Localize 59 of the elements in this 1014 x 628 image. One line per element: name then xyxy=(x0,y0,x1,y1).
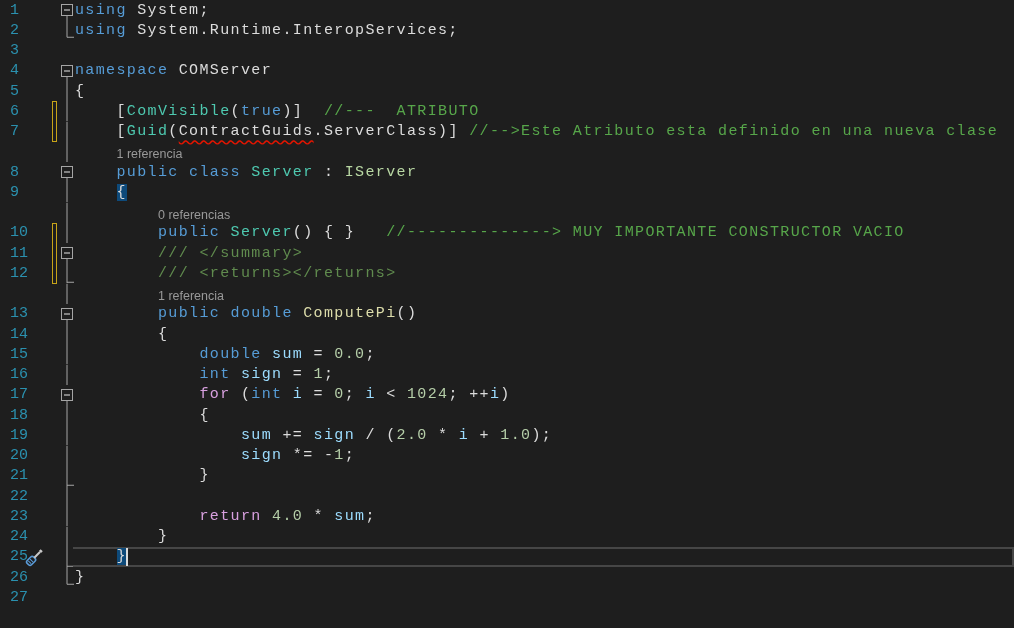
line-number: 22 xyxy=(10,488,28,504)
code-line: [ComVisible(true)] //--- ATRIBUTO xyxy=(115,103,480,119)
line-number: 24 xyxy=(10,529,28,545)
line-number: 17 xyxy=(10,387,28,403)
line-number: 19 xyxy=(10,427,28,443)
collapse-icon[interactable] xyxy=(61,4,74,21)
line-number: 4 xyxy=(10,63,19,79)
line-number: 3 xyxy=(10,43,19,59)
code-line: /// </summary> xyxy=(156,245,304,261)
code-line: public class Server : IServer xyxy=(115,164,418,180)
line-number: 14 xyxy=(10,326,28,342)
line-number: 10 xyxy=(10,225,28,241)
code-line: { xyxy=(75,83,86,99)
code-line: namespace COMServer xyxy=(75,63,273,79)
code-line: for (int i = 0; i < 1024; ++i) xyxy=(198,387,511,403)
code-line: } xyxy=(75,569,86,585)
code-line: return 4.0 * sum; xyxy=(198,508,376,524)
line-number: 8 xyxy=(10,164,19,180)
line-number: 11 xyxy=(10,245,28,261)
code-line: } xyxy=(156,529,169,545)
line-number: 18 xyxy=(10,407,28,423)
line-number: 20 xyxy=(10,448,28,464)
line-number: 7 xyxy=(10,124,19,140)
code-line: [Guid(ContractGuids.ServerClass)] //-->Este Atributo esta definido en una nueva clase xyxy=(115,124,999,140)
line-number: 13 xyxy=(10,306,28,322)
code-line: public double ComputePi() xyxy=(156,306,418,322)
collapse-icon[interactable] xyxy=(61,307,74,324)
code-lens[interactable]: 1 referencia xyxy=(116,147,183,161)
code-line: { xyxy=(156,326,169,342)
collapse-icon[interactable] xyxy=(61,64,74,81)
line-number: 23 xyxy=(10,508,28,524)
code-lens[interactable]: 0 referencias xyxy=(157,207,231,222)
line-number: 6 xyxy=(10,103,19,119)
line-number: 25 xyxy=(10,549,28,565)
text-cursor xyxy=(125,547,128,566)
line-number: 27 xyxy=(10,589,28,605)
collapse-icon[interactable] xyxy=(61,247,74,264)
line-number: 2 xyxy=(10,22,19,38)
code-line: public Server() { } //--------------> MUY IMPORTANTE CONSTRUCTOR VACIO xyxy=(156,225,905,241)
line-number: 21 xyxy=(10,468,28,484)
collapse-icon[interactable] xyxy=(61,388,74,405)
line-number: 9 xyxy=(10,184,19,200)
code-line: double sum = 0.0; xyxy=(198,346,376,362)
code-lens[interactable]: 1 referencia xyxy=(157,288,224,303)
line-number: 26 xyxy=(10,569,28,585)
code-line: sum += sign / (2.0 * i + 1.0); xyxy=(239,427,553,443)
code-line: } xyxy=(198,468,210,484)
line-number: 16 xyxy=(10,367,28,383)
collapse-icon[interactable] xyxy=(61,166,74,183)
line-number: 12 xyxy=(10,265,28,281)
code-line: { xyxy=(198,407,210,423)
line-number: 15 xyxy=(10,346,28,362)
code-line: sign *= -1; xyxy=(239,448,356,464)
code-line: int sign = 1; xyxy=(198,367,335,383)
code-line: using System; xyxy=(75,2,210,18)
code-line: /// <returns></returns> xyxy=(156,265,397,281)
code-line: using System.Runtime.InteropServices; xyxy=(75,22,459,38)
line-number: 1 xyxy=(10,2,19,18)
line-number: 5 xyxy=(10,83,19,99)
